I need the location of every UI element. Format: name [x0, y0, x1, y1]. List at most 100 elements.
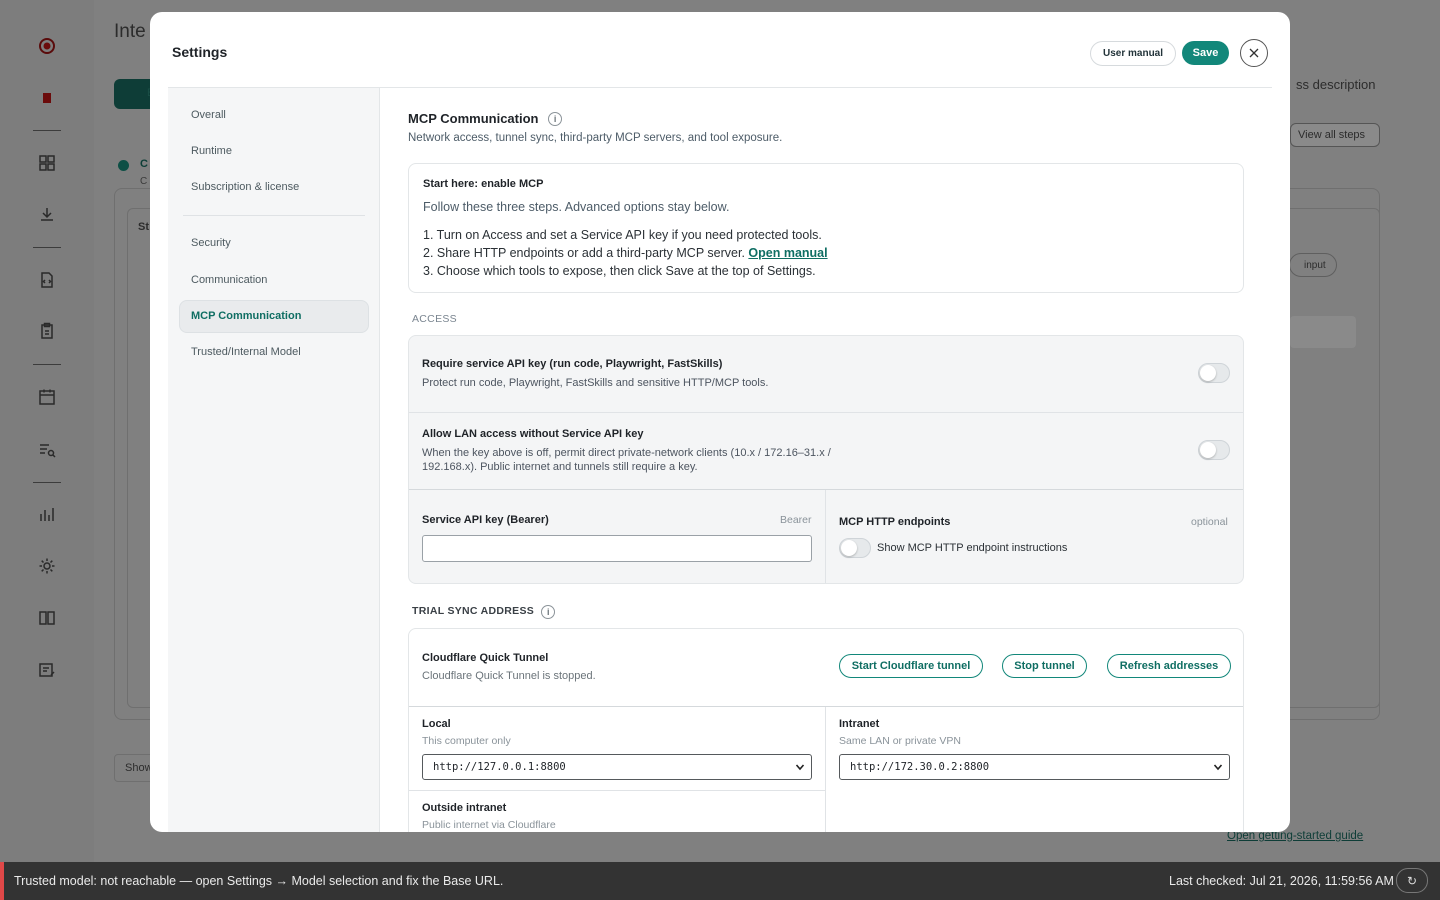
- status-sub: C: [140, 176, 148, 187]
- background-primary-button: E: [114, 79, 154, 109]
- start-step-3: 3. Choose which tools to expose, then cl…: [423, 264, 816, 278]
- endpoints-toggle-label: Show MCP HTTP endpoint instructions: [877, 542, 1068, 554]
- access-section-label: ACCESS: [412, 313, 457, 325]
- settings-sidebar: Overall Runtime Subscription & license S…: [168, 88, 380, 832]
- mcp-endpoints-hint: optional: [1191, 516, 1228, 528]
- outside-intranet-title: Outside intranet: [422, 802, 507, 814]
- page-title: Inte: [114, 21, 146, 42]
- local-title: Local: [422, 718, 451, 730]
- app-rail: [0, 0, 94, 900]
- sidebar-item-trusted-model[interactable]: Trusted/Internal Model: [191, 346, 301, 358]
- access-card: Require service API key (run code, Playw…: [408, 335, 1244, 584]
- start-step-2-text: 2. Share HTTP endpoints or add a third-p…: [423, 246, 745, 260]
- open-manual-link[interactable]: Open manual: [748, 246, 827, 260]
- require-api-key-toggle[interactable]: [1198, 363, 1230, 383]
- local-address-value: http://127.0.0.1:8800: [433, 761, 566, 773]
- sidebar-item-mcp-communication[interactable]: MCP Communication: [191, 310, 301, 322]
- lan-access-desc-1: When the key above is off, permit direct…: [422, 447, 831, 459]
- chevron-down-icon: [1213, 764, 1223, 771]
- code-file-icon[interactable]: [36, 269, 58, 291]
- refresh-addresses-button[interactable]: Refresh addresses: [1107, 654, 1231, 678]
- cloudflare-status: Cloudflare Quick Tunnel is stopped.: [422, 670, 596, 682]
- access-divider: [409, 489, 1243, 490]
- intranet-title: Intranet: [839, 718, 880, 730]
- search-list-icon[interactable]: [36, 439, 58, 461]
- calendar-icon[interactable]: [36, 386, 58, 408]
- document-edit-icon[interactable]: [36, 659, 58, 681]
- gear-icon[interactable]: [36, 555, 58, 577]
- lan-access-desc-2: 192.168.x). Public internet and tunnels …: [422, 461, 698, 473]
- info-icon[interactable]: i: [541, 605, 556, 619]
- api-key-label: Service API key (Bearer): [422, 514, 549, 526]
- section-subtitle: Network access, tunnel sync, third-party…: [408, 132, 783, 144]
- start-intro: Follow these three steps. Advanced optio…: [423, 200, 730, 214]
- download-icon[interactable]: [36, 204, 58, 226]
- start-tunnel-button[interactable]: Start Cloudflare tunnel: [839, 654, 983, 678]
- start-step-2: 2. Share HTTP endpoints or add a third-p…: [423, 246, 828, 260]
- sidebar-item-runtime[interactable]: Runtime: [191, 145, 232, 157]
- tunnel-row-divider: [409, 790, 825, 791]
- stop-tunnel-button[interactable]: Stop tunnel: [1002, 654, 1087, 678]
- close-icon[interactable]: [1240, 39, 1268, 67]
- status-title: C: [140, 158, 148, 170]
- sidebar-item-security[interactable]: Security: [191, 237, 231, 249]
- clipboard-icon[interactable]: [36, 320, 58, 342]
- start-heading: Start here: enable MCP: [423, 178, 544, 190]
- sidebar-item-communication[interactable]: Communication: [191, 274, 267, 286]
- require-api-key-desc: Protect run code, Playwright, FastSkills…: [422, 377, 769, 389]
- status-dot: [118, 160, 129, 171]
- cloudflare-title: Cloudflare Quick Tunnel: [422, 652, 549, 664]
- start-here-card: Start here: enable MCP Follow these thre…: [408, 163, 1244, 293]
- save-button[interactable]: Save: [1182, 41, 1229, 65]
- endpoints-toggle[interactable]: [839, 538, 871, 558]
- grid-icon[interactable]: [36, 152, 58, 174]
- info-icon[interactable]: i: [548, 112, 563, 126]
- alert-indicator: [0, 862, 4, 900]
- api-key-hint: Bearer: [780, 514, 812, 526]
- rail-divider: [33, 364, 61, 365]
- section-title-text: MCP Communication: [408, 111, 539, 126]
- status-message: Trusted model: not reachable — open Sett…: [14, 874, 504, 888]
- lan-access-title: Allow LAN access without Service API key: [422, 428, 644, 440]
- rail-divider: [33, 247, 61, 248]
- user-manual-button[interactable]: User manual: [1090, 41, 1177, 66]
- trial-sync-section: TRIAL SYNC ADDRESS i: [412, 605, 556, 619]
- settings-title: Settings: [172, 44, 228, 60]
- book-icon[interactable]: [36, 607, 58, 629]
- intranet-sub: Same LAN or private VPN: [839, 735, 961, 747]
- mcp-endpoints-title: MCP HTTP endpoints: [839, 516, 951, 528]
- stop-icon[interactable]: [36, 87, 58, 109]
- input-chip: input: [1289, 253, 1337, 277]
- rail-divider: [33, 130, 61, 131]
- local-sub: This computer only: [422, 735, 511, 747]
- status-bar: Trusted model: not reachable — open Sett…: [0, 862, 1440, 900]
- sidebar-item-subscription[interactable]: Subscription & license: [191, 181, 299, 193]
- lan-access-toggle[interactable]: [1198, 440, 1230, 460]
- tunnel-divider: [409, 706, 1243, 707]
- trial-sync-label: TRIAL SYNC ADDRESS: [412, 605, 535, 617]
- start-step-1: 1. Turn on Access and set a Service API …: [423, 228, 822, 242]
- settings-content: MCP Communication i Network access, tunn…: [380, 88, 1290, 832]
- sidebar-divider: [183, 215, 365, 216]
- settings-dialog: Settings User manual Save Overall Runtim…: [150, 12, 1290, 832]
- chevron-down-icon: [795, 764, 805, 771]
- sidebar-item-overall[interactable]: Overall: [191, 109, 226, 121]
- api-key-input[interactable]: [422, 535, 812, 562]
- access-divider: [409, 412, 1243, 413]
- intranet-address-select[interactable]: http://172.30.0.2:8800: [839, 754, 1230, 780]
- background-row: [1290, 316, 1356, 348]
- local-address-select[interactable]: http://127.0.0.1:8800: [422, 754, 812, 780]
- refresh-icon[interactable]: ↻: [1396, 868, 1428, 893]
- rail-divider: [33, 482, 61, 483]
- chart-icon[interactable]: [36, 503, 58, 525]
- access-column-divider: [825, 490, 826, 583]
- intranet-address-value: http://172.30.0.2:8800: [850, 761, 990, 773]
- view-all-steps-button: View all steps: [1290, 123, 1380, 147]
- show-button: Show: [114, 754, 154, 782]
- tunnel-column-divider: [825, 707, 826, 832]
- outside-intranet-sub: Public internet via Cloudflare: [422, 819, 556, 831]
- section-title: MCP Communication i: [408, 111, 563, 126]
- require-api-key-title: Require service API key (run code, Playw…: [422, 358, 723, 370]
- tunnel-card: Cloudflare Quick Tunnel Cloudflare Quick…: [408, 628, 1244, 832]
- record-icon[interactable]: [36, 35, 58, 57]
